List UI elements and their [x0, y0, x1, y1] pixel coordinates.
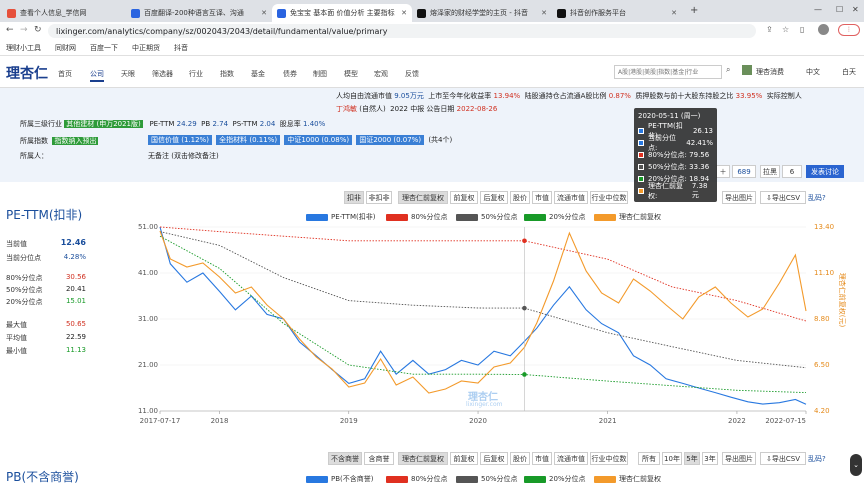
chart-grid: [160, 226, 806, 412]
tooltip-row: 当前分位点: 42.41%: [638, 134, 713, 152]
tooltip-value: 7.38元: [691, 182, 708, 199]
y-left-tick-label: 11.00: [138, 407, 158, 415]
tooltip-swatch: [638, 164, 644, 170]
y-right-tick-label: 4.20: [814, 407, 830, 415]
legend-swatch: [524, 475, 546, 483]
y-right-tick-label: 6.50: [814, 361, 830, 369]
x-tick-label: 2022-07-15: [765, 417, 806, 425]
chart-tooltip: 2020-05-11 (周一) PE-TTM(扣非): 26.13 当前分位点:…: [634, 108, 717, 202]
section2-title: PB(不含商誉): [6, 470, 79, 484]
x-tick-label: 2020: [469, 417, 487, 425]
y-left-tick-label: 41.00: [138, 269, 158, 277]
legend-label: 理杏仁前复权: [619, 475, 661, 483]
legend-swatch: [594, 475, 616, 483]
legend-swatch: [386, 475, 408, 483]
tooltip-row: 理杏仁前复权: 7.38元: [638, 182, 713, 200]
period-3y[interactable]: 3年: [702, 452, 718, 465]
legend-label: 50%分位点: [481, 475, 518, 483]
series-line: [159, 230, 807, 394]
legend-swatch: [306, 475, 328, 483]
x-tick-label: 2021: [599, 417, 617, 425]
period-5y[interactable]: 5年: [684, 452, 700, 465]
pe-chart[interactable]: 51.00 41.00 31.00 21.00 11.00 13.40 11.10 8.80 6…: [0, 0, 864, 486]
x-tick-label: 2017-07-17: [140, 417, 181, 425]
y-right-tick-label: 11.10: [814, 269, 834, 277]
tooltip-label: 50%分位点:: [648, 163, 687, 171]
watermark-site: lixinger.com: [466, 401, 503, 408]
export-csv-button-2[interactable]: ⇩ 导出CSV: [760, 452, 806, 465]
tooltip-value: 26.13: [692, 127, 713, 135]
legend-label: 20%分位点: [549, 475, 586, 483]
tooltip-value: 79.56: [689, 151, 710, 159]
tooltip-value: 42.41%: [686, 139, 713, 147]
export-csv-label: 导出CSV: [771, 454, 800, 463]
tooltip-label: 80%分位点:: [648, 151, 687, 159]
legend2-item[interactable]: 50%分位点: [456, 474, 518, 484]
legend-label: 80%分位点: [411, 475, 448, 483]
tooltip-swatch: [638, 152, 644, 158]
legend2-item[interactable]: PB(不含商誉): [306, 474, 374, 484]
adjust-float-mcap-2[interactable]: 流通市值: [554, 452, 588, 465]
period-all[interactable]: 所有: [638, 452, 660, 465]
series-line: [159, 226, 807, 322]
legend2-item[interactable]: 20%分位点: [524, 474, 586, 484]
export-image-button-2[interactable]: 导出图片: [722, 452, 756, 465]
x-tick-label: 2019: [340, 417, 358, 425]
tooltip-row: 80%分位点: 79.56: [638, 149, 713, 161]
y-left-tick-label: 51.00: [138, 223, 158, 231]
exclude-goodwill-toggle[interactable]: 不含商誉: [328, 452, 362, 465]
y-right-tick-label: 8.80: [814, 315, 830, 323]
x-tick-label: 2018: [211, 417, 229, 425]
adjust-price-2[interactable]: 股价: [510, 452, 530, 465]
tooltip-value: 33.36: [689, 163, 710, 171]
y-left-tick-label: 31.00: [138, 315, 158, 323]
period-10y[interactable]: 10年: [662, 452, 682, 465]
chart-lines: [159, 226, 807, 405]
adjust-industry-median-2[interactable]: 行业中位数: [590, 452, 628, 465]
series-marker: [522, 372, 527, 377]
tooltip-swatch: [638, 128, 644, 134]
tooltip-label: 理杏仁前复权:: [648, 182, 683, 200]
adjust-lxr-2[interactable]: 理杏仁前复权: [398, 452, 448, 465]
adjust-post-2[interactable]: 后复权: [480, 452, 508, 465]
legend-label: PB(不含商誉): [331, 475, 374, 483]
tooltip-row: 50%分位点: 33.36: [638, 161, 713, 173]
y-left-tick-label: 21.00: [138, 361, 158, 369]
tooltip-swatch: [638, 140, 644, 146]
y-right-axis-label: 理杏仁前复权(元): [838, 273, 847, 328]
series-marker: [522, 238, 527, 244]
scroll-down-icon[interactable]: ⌄: [850, 454, 862, 476]
y-right-tick-label: 13.40: [814, 223, 834, 231]
legend-swatch: [456, 475, 478, 483]
include-goodwill-toggle[interactable]: 含商誉: [364, 452, 394, 465]
legend2-item[interactable]: 80%分位点: [386, 474, 448, 484]
adjust-pre-2[interactable]: 前复权: [450, 452, 478, 465]
legend2-item[interactable]: 理杏仁前复权: [594, 474, 661, 484]
x-tick-label: 2022: [728, 417, 746, 425]
tooltip-swatch: [638, 176, 644, 182]
series-line: [159, 235, 807, 394]
series-line: [159, 231, 807, 369]
garbled-link-2[interactable]: 乱码?: [808, 454, 826, 464]
series-marker: [522, 305, 527, 311]
tooltip-swatch: [638, 188, 644, 194]
adjust-mcap-2[interactable]: 市值: [532, 452, 552, 465]
